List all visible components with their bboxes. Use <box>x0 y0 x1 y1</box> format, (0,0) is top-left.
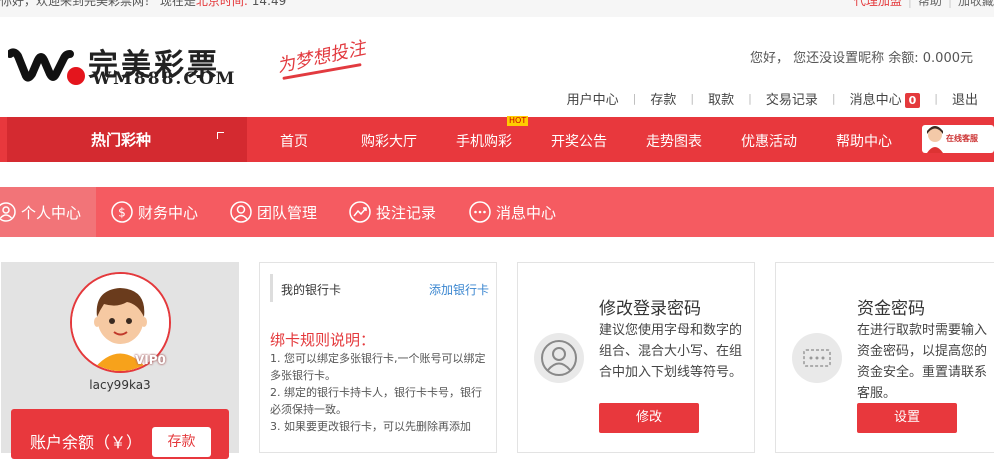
clock-time: 14:49 <box>251 0 287 8</box>
bank-card-panel: 我的银行卡 添加银行卡 绑卡规则说明： 1. 您可以绑定多张银行卡,一个账号可以… <box>259 262 497 453</box>
login-password-card: 修改登录密码 建议您使用字母和数字的组合、混合大小写、在组合中加入下划线等符号。… <box>517 262 755 453</box>
main-nav: 热门彩种 首页 购彩大厅 手机购彩 HOT 开奖公告 走势图表 优惠活动 帮助中… <box>0 116 994 162</box>
online-service-button[interactable]: 在线客服 <box>922 125 994 153</box>
vip-level-badge: VIP0 <box>135 353 166 367</box>
welcome-text: 你好，欢迎来到完美彩票网！ 现在是北京时间: 14:49 <box>0 0 287 8</box>
bank-card-header: 我的银行卡 添加银行卡 <box>270 274 489 302</box>
user-nav: 用户中心 | 存款 | 取款 | 交易记录 | 消息中心 0 | 退出 <box>567 89 978 108</box>
rule-item: 3. 如果要更改银行卡，可以先删除再添加 <box>270 420 471 433</box>
clock-label: 北京时间: <box>195 0 248 8</box>
service-agent-icon <box>927 126 943 153</box>
nav-trends[interactable]: 走势图表 <box>646 131 702 151</box>
user-center-link[interactable]: 用户中心 <box>567 89 619 108</box>
rules-list: 1. 您可以绑定多张银行卡,一个账号可以绑定多张银行卡。 2. 绑定的银行卡持卡… <box>270 350 488 435</box>
help-link[interactable]: 帮助 <box>918 0 942 8</box>
messages-link[interactable]: 消息中心 0 <box>850 89 921 108</box>
rule-item: 1. 您可以绑定多张银行卡,一个账号可以绑定多张银行卡。 <box>270 352 486 382</box>
tab-finance-center[interactable]: $ 财务中心 <box>111 187 198 237</box>
trend-icon <box>349 201 371 223</box>
user-icon <box>534 333 584 383</box>
svg-text:$: $ <box>118 206 126 220</box>
login-password-desc: 建议您使用字母和数字的组合、混合大小写、在组合中加入下划线等符号。 <box>599 323 743 380</box>
logo-w-icon <box>8 48 85 85</box>
tab-personal-center[interactable]: 个人中心 <box>0 187 96 237</box>
user-icon <box>0 202 16 222</box>
transactions-link[interactable]: 交易记录 <box>766 89 818 108</box>
nav-home[interactable]: 首页 <box>280 131 308 151</box>
fund-password-desc: 在进行取款时需要输入 资金密码，以提高您的 资金安全。重置请联系 客服。 <box>857 323 988 401</box>
more-icon <box>469 201 491 223</box>
hot-badge: HOT <box>507 116 529 126</box>
nav-lottery-hall[interactable]: 购彩大厅 <box>361 131 417 151</box>
nav-results[interactable]: 开奖公告 <box>551 131 607 151</box>
corner-icon <box>217 132 224 139</box>
team-icon <box>230 201 252 223</box>
tab-message-center[interactable]: 消息中心 <box>469 187 556 237</box>
hot-categories-menu[interactable]: 热门彩种 <box>7 117 247 162</box>
logout-link[interactable]: 退出 <box>952 89 978 108</box>
username: lacy99ka3 <box>89 378 151 392</box>
nav-help[interactable]: 帮助中心 <box>836 131 892 151</box>
nav-mobile[interactable]: 手机购彩 <box>456 131 512 151</box>
user-greeting: 您好， 您还没设置昵称 余额: 0.000元 <box>750 51 973 66</box>
favorite-link[interactable]: 加收藏 <box>958 0 994 8</box>
balance-panel: 账户余额（￥） 存款 <box>11 409 229 459</box>
site-logo[interactable]: 完美彩票 WM888.COM <box>8 40 240 90</box>
withdraw-link[interactable]: 取款 <box>708 89 734 108</box>
money-icon: $ <box>111 201 133 223</box>
agent-link[interactable]: 代理加盟 <box>854 0 902 8</box>
tab-bet-records[interactable]: 投注记录 <box>349 187 436 237</box>
top-links: 代理加盟 | 帮助 | 加收藏 <box>854 0 994 8</box>
account-subnav: 个人中心 $ 财务中心 团队管理 投注记录 消息中心 <box>0 187 994 237</box>
profile-card: VIP0 lacy99ka3 账户余额（￥） 存款 <box>1 262 239 459</box>
top-bar: 你好，欢迎来到完美彩票网！ 现在是北京时间: 14:49 代理加盟 | 帮助 | 加收藏 <box>0 0 994 17</box>
modify-password-button[interactable]: 修改 <box>599 403 699 433</box>
tab-team-management[interactable]: 团队管理 <box>230 187 317 237</box>
fund-password-card: 资金密码 在进行取款时需要输入 资金密码，以提高您的 资金安全。重置请联系 客服… <box>775 262 994 453</box>
message-count-badge: 0 <box>904 93 921 108</box>
rule-item: 2. 绑定的银行卡持卡人，银行卡卡号，银行必须保持一致。 <box>270 386 482 416</box>
brand-name-en: WM888.COM <box>92 69 237 89</box>
nav-promotions[interactable]: 优惠活动 <box>741 131 797 151</box>
deposit-link[interactable]: 存款 <box>650 89 676 108</box>
bank-card-title: 我的银行卡 <box>281 283 342 297</box>
balance-label: 账户余额（￥） <box>30 433 143 452</box>
password-dots-icon <box>792 333 842 383</box>
set-fund-password-button[interactable]: 设置 <box>857 403 957 433</box>
login-password-title: 修改登录密码 <box>599 299 701 319</box>
service-label: 在线客服 <box>946 134 978 143</box>
add-bank-card-link[interactable]: 添加银行卡 <box>429 281 489 298</box>
rules-title: 绑卡规则说明： <box>270 331 376 349</box>
fund-password-title: 资金密码 <box>857 299 925 319</box>
